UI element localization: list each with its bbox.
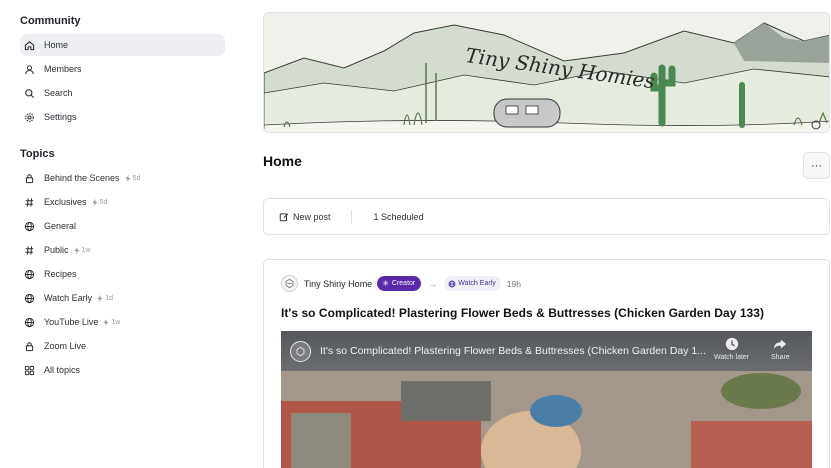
activity-time: 5d [99, 198, 108, 206]
sidebar-item-public[interactable]: Public 1w [20, 239, 225, 261]
page-header: Home ··· [263, 133, 830, 188]
main-content: Tiny Shiny Homies Home ··· New post 1 Sc… [263, 12, 830, 468]
divider [350, 209, 352, 224]
video-embed[interactable]: It's so Complicated! Plastering Flower B… [281, 331, 812, 468]
sidebar-item-exclusives[interactable]: Exclusives 5d [20, 191, 225, 213]
avatar[interactable] [281, 275, 298, 292]
sidebar-item-home[interactable]: Home [20, 34, 225, 56]
globe-icon [448, 280, 456, 287]
more-options-button[interactable]: ··· [803, 152, 830, 179]
sidebar-item-behind-the-scenes[interactable]: Behind the Scenes 5d [20, 167, 225, 189]
lock-icon [23, 340, 35, 352]
scheduled-posts-link[interactable]: 1 Scheduled [374, 212, 424, 222]
sidebar-item-label: Recipes [44, 269, 77, 279]
community-banner: Tiny Shiny Homies [263, 12, 830, 133]
bolt-icon [74, 246, 80, 254]
sidebar-item-general[interactable]: General [20, 215, 225, 237]
watch-later-label: Watch later [714, 354, 750, 361]
bolt-icon [103, 318, 109, 326]
new-post-label: New post [293, 211, 331, 222]
sidebar-item-youtube-live[interactable]: YouTube Live 1w [20, 311, 225, 333]
creator-badge-label: Creator [391, 280, 416, 287]
topic-chip-label: Watch Early [458, 280, 496, 287]
topics-heading: Topics [20, 148, 55, 160]
sidebar-item-label: Settings [44, 112, 77, 122]
banner-illustration: Tiny Shiny Homies [264, 13, 829, 132]
sidebar: Community Home Members Search Settings T… [0, 0, 240, 468]
search-icon [23, 87, 35, 99]
sidebar-item-label: YouTube Live [44, 317, 99, 327]
post-card: Tiny Shiny Home ✳ Creator → Watch Early … [263, 259, 830, 468]
activity-meta: 1d [97, 294, 113, 302]
person-icon [23, 63, 35, 75]
video-title[interactable]: It's so Complicated! Plastering Flower B… [320, 345, 715, 357]
lock-icon [23, 172, 35, 184]
topics-section: Topics Behind the Scenes 5d Exclusives 5… [20, 145, 225, 381]
sidebar-item-label: Behind the Scenes [44, 173, 120, 183]
sparkle-icon: ✳ [382, 279, 389, 288]
sidebar-item-watch-early[interactable]: Watch Early 1d [20, 287, 225, 309]
channel-avatar[interactable] [290, 340, 311, 362]
watch-later-button[interactable]: Watch later [714, 337, 749, 361]
sidebar-item-label: Members [44, 64, 82, 74]
sidebar-item-label: Exclusives [44, 197, 87, 207]
grid-icon [23, 364, 35, 376]
activity-meta: 1w [74, 246, 91, 254]
edit-icon [279, 212, 289, 221]
logo-icon [285, 278, 294, 289]
sidebar-item-label: Watch Early [44, 293, 93, 303]
sidebar-item-members[interactable]: Members [20, 58, 225, 80]
community-heading: Community [20, 15, 81, 27]
logo-icon [296, 346, 305, 356]
sidebar-item-settings[interactable]: Settings [20, 106, 225, 128]
globe-icon [23, 316, 35, 328]
sidebar-item-label: Public [44, 245, 69, 255]
sidebar-item-all-topics[interactable]: All topics [20, 359, 225, 381]
gear-icon [23, 111, 35, 123]
globe-icon [23, 268, 35, 280]
activity-time: 1w [111, 318, 121, 326]
activity-time: 5d [132, 174, 141, 182]
hash-icon [23, 196, 35, 208]
post-time[interactable]: 19h [507, 279, 521, 289]
activity-meta: 5d [92, 198, 108, 206]
activity-time: 1d [105, 294, 113, 302]
bolt-icon [125, 174, 131, 182]
sidebar-item-label: Home [44, 40, 69, 50]
bolt-icon [97, 294, 103, 302]
new-post-button[interactable]: New post [279, 212, 331, 222]
more-icon: ··· [811, 159, 822, 172]
globe-icon [23, 292, 35, 304]
sidebar-item-label: General [44, 221, 77, 231]
globe-icon [23, 220, 35, 232]
activity-time: 1w [81, 246, 91, 254]
compose-bar: New post 1 Scheduled [263, 198, 830, 235]
bolt-icon [92, 198, 98, 206]
sidebar-item-zoom-live[interactable]: Zoom Live [20, 335, 225, 357]
share-button[interactable]: Share [771, 337, 790, 361]
sidebar-item-label: All topics [44, 365, 81, 375]
post-meta: Tiny Shiny Home ✳ Creator → Watch Early … [281, 275, 812, 292]
post-author[interactable]: Tiny Shiny Home [304, 279, 372, 289]
post-title[interactable]: It's so Complicated! Plastering Flower B… [281, 306, 812, 320]
sidebar-item-label: Zoom Live [44, 341, 87, 351]
arrow-right-icon: → [428, 278, 438, 289]
sidebar-item-search[interactable]: Search [20, 82, 225, 104]
sidebar-item-recipes[interactable]: Recipes [20, 263, 225, 285]
topic-chip[interactable]: Watch Early [444, 276, 501, 291]
community-section: Community Home Members Search Settings [20, 12, 225, 128]
activity-meta: 5d [125, 174, 141, 182]
creator-badge: ✳ Creator [377, 276, 422, 291]
activity-meta: 1w [103, 318, 121, 326]
hash-icon [23, 244, 35, 256]
share-icon [774, 339, 787, 350]
home-icon [23, 39, 35, 51]
share-label: Share [771, 354, 790, 361]
clock-icon [725, 337, 738, 351]
page-title: Home [263, 153, 302, 169]
sidebar-item-label: Search [44, 88, 73, 98]
